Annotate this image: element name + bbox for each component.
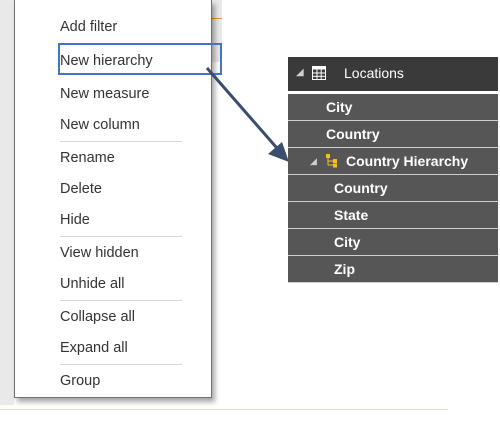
hierarchy-level-city[interactable]: City: [288, 229, 498, 256]
menu-item-expand-all[interactable]: Expand all: [60, 339, 128, 357]
hierarchy-level-state[interactable]: State: [288, 202, 498, 229]
menu-separator: [60, 141, 182, 142]
hierarchy-level-zip[interactable]: Zip: [288, 256, 498, 283]
menu-item-group[interactable]: Group: [60, 372, 100, 390]
highlight-box: [58, 43, 222, 75]
menu-item-delete[interactable]: Delete: [60, 180, 102, 198]
menu-separator: [60, 364, 182, 365]
hierarchy-icon: [326, 154, 337, 168]
table-icon: [312, 66, 326, 80]
context-menu: Add filter New hierarchy New measure New…: [14, 0, 222, 398]
menu-item-collapse-all[interactable]: Collapse all: [60, 308, 135, 326]
arrowhead-icon: [268, 142, 289, 162]
hierarchy-item-country-hierarchy[interactable]: ◢ Country Hierarchy: [288, 148, 498, 175]
menu-item-view-hidden[interactable]: View hidden: [60, 244, 139, 262]
arrow-line: [205, 67, 285, 156]
menu-item-hide[interactable]: Hide: [60, 211, 90, 229]
menu-item-add-filter[interactable]: Add filter: [60, 18, 117, 36]
field-item-country[interactable]: Country: [288, 121, 498, 148]
menu-item-new-measure[interactable]: New measure: [60, 85, 149, 103]
hierarchy-level-label: Country: [334, 180, 388, 196]
menu-item-rename[interactable]: Rename: [60, 149, 115, 167]
menu-item-unhide-all[interactable]: Unhide all: [60, 275, 125, 293]
menu-separator: [60, 300, 182, 301]
fields-panel: ◢ Locations City Country ◢ Country Hiera…: [288, 57, 500, 284]
menu-separator: [60, 236, 182, 237]
hierarchy-label: Country Hierarchy: [346, 153, 469, 169]
hierarchy-level-label: State: [334, 207, 369, 223]
hierarchy-level-label: City: [334, 234, 361, 250]
table-name: Locations: [344, 65, 404, 81]
menu-item-new-column[interactable]: New column: [60, 116, 140, 134]
table-header-locations[interactable]: ◢ Locations: [288, 57, 498, 91]
hierarchy-level-country[interactable]: Country: [288, 175, 498, 202]
caret-down-icon[interactable]: ◢: [296, 67, 304, 78]
field-label: City: [326, 99, 353, 115]
background-accent-line: [212, 18, 222, 19]
background-strip-left: [0, 0, 14, 405]
field-item-city[interactable]: City: [288, 94, 498, 121]
field-label: Country: [326, 126, 380, 142]
divider: [0, 409, 448, 410]
hierarchy-level-label: Zip: [334, 261, 355, 277]
caret-down-icon[interactable]: ◢: [310, 156, 317, 167]
